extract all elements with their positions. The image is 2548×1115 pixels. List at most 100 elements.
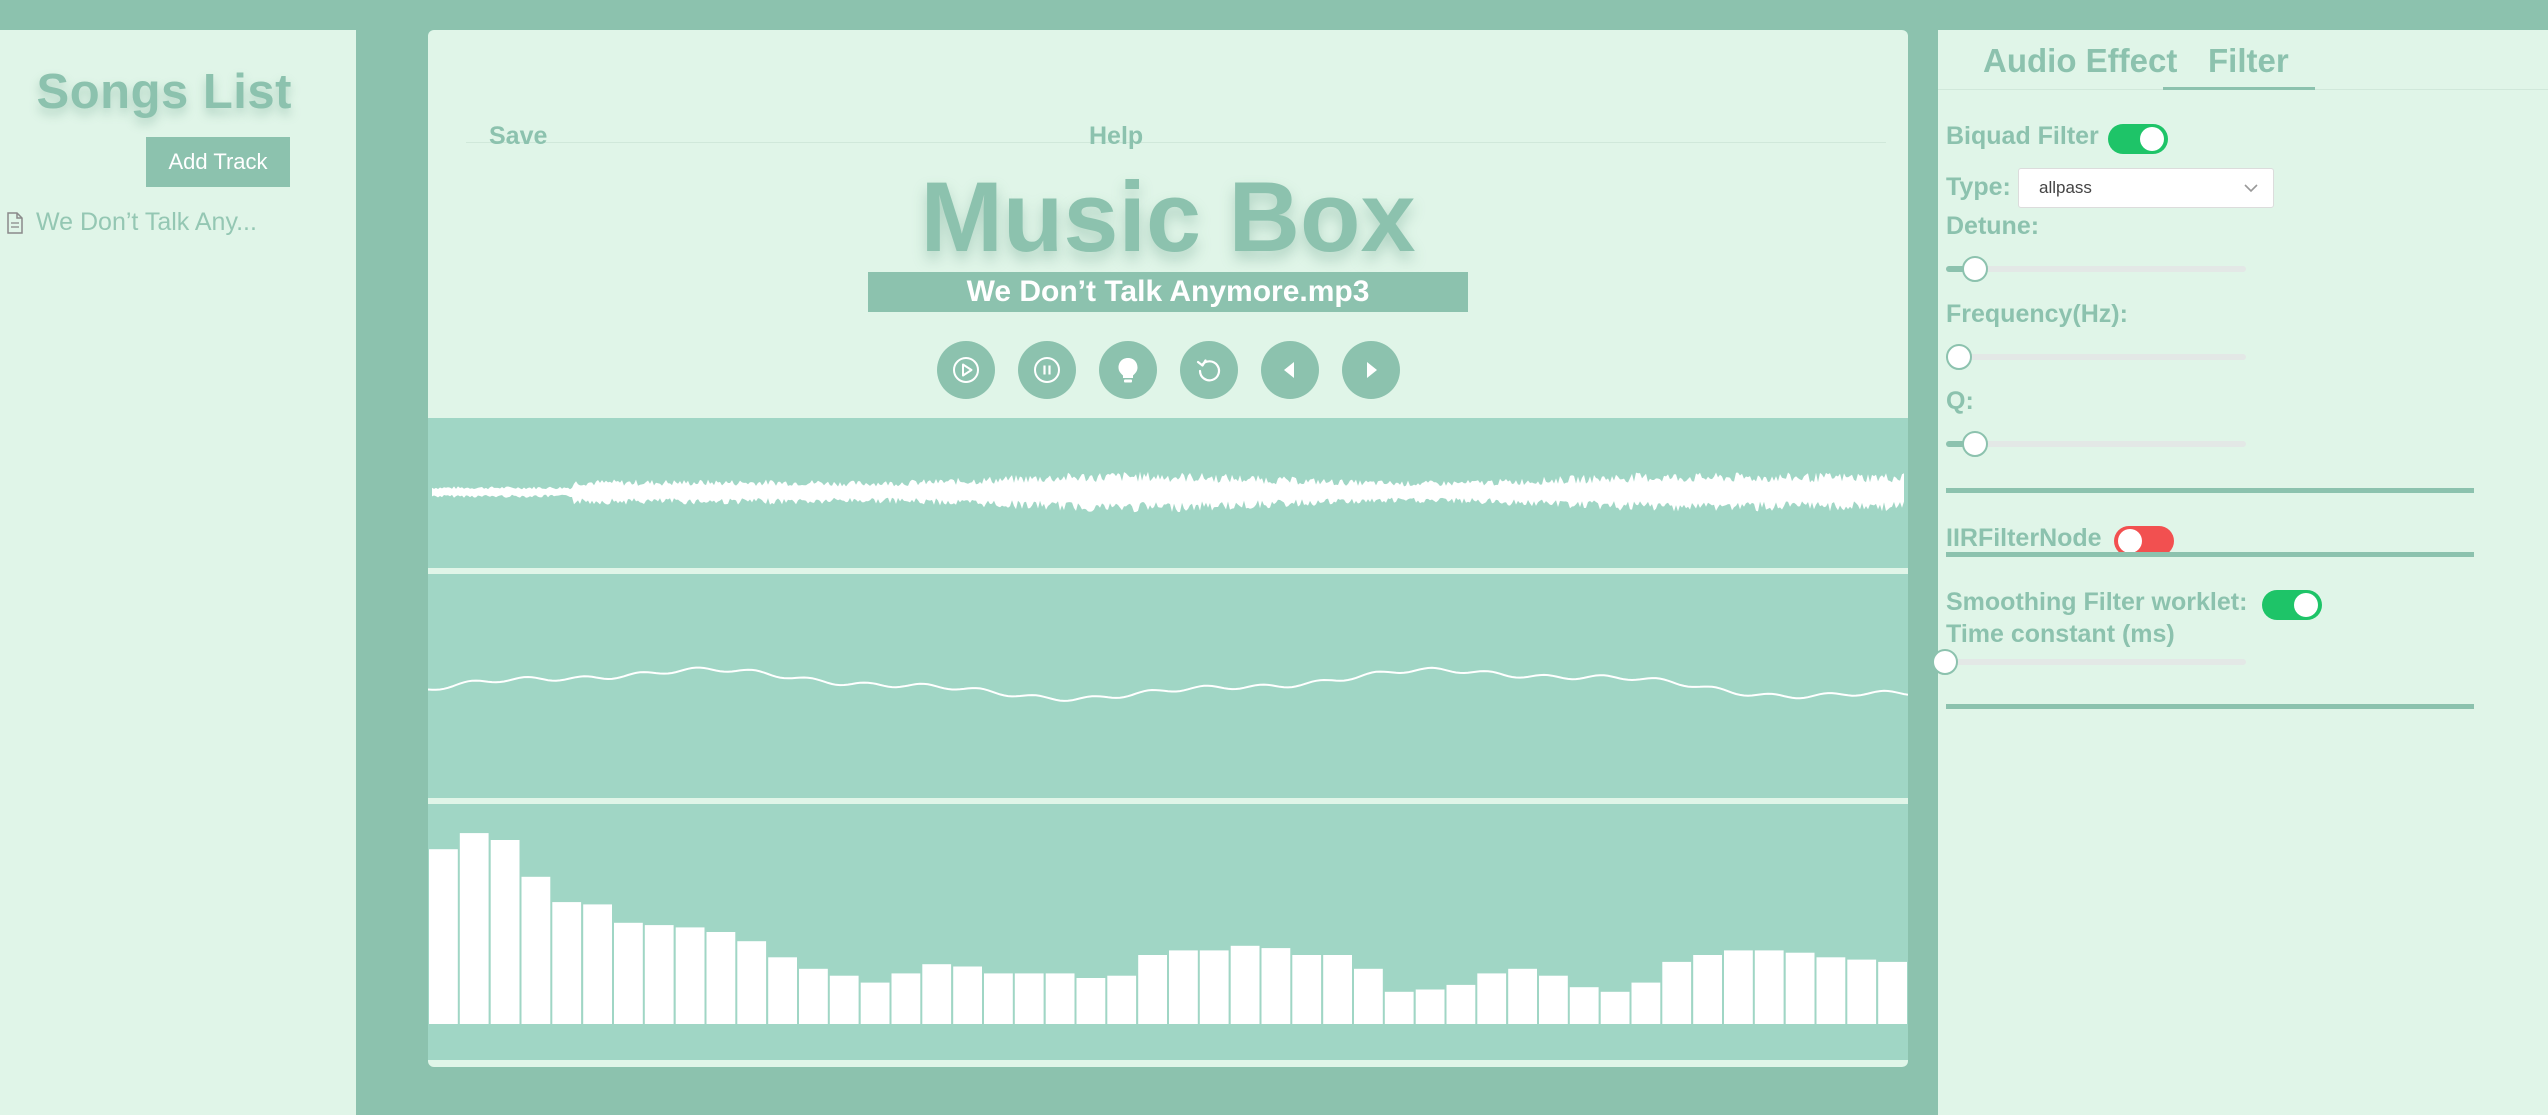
- frequency-slider[interactable]: [1946, 344, 2246, 370]
- biquad-filter-toggle[interactable]: [2108, 124, 2168, 154]
- tab-filter[interactable]: Filter: [2208, 42, 2289, 80]
- detune-slider[interactable]: [1946, 256, 2246, 282]
- waveform-shape: [432, 471, 1904, 513]
- app-title: Music Box: [920, 161, 1416, 272]
- frequency-bar: [1662, 961, 1692, 1024]
- smoothing-filter-label: Smoothing Filter worklet:: [1946, 588, 2248, 616]
- waveform-canvas: [432, 471, 1904, 513]
- frequency-bar: [644, 925, 674, 1024]
- frequency-bar: [1354, 968, 1383, 1024]
- frequency-bar: [675, 927, 705, 1024]
- oscilloscope-canvas: [428, 666, 1908, 702]
- frequency-bar: [953, 966, 982, 1024]
- help-menu-item[interactable]: Help: [1089, 122, 1143, 151]
- filter-type-select[interactable]: allpass: [2018, 168, 2274, 208]
- time-constant-slider[interactable]: [1932, 649, 2246, 675]
- frequency-visualizer: [428, 804, 1908, 1060]
- q-label: Q:: [1946, 387, 1974, 415]
- frequency-bar: [614, 922, 643, 1024]
- time-constant-label: Time constant (ms): [1946, 620, 2175, 648]
- frequency-bar: [583, 904, 612, 1024]
- frequency-bar: [1014, 973, 1044, 1024]
- effects-tabs: Audio Effect Filter: [1938, 30, 2548, 90]
- frequency-bar: [891, 973, 921, 1024]
- caret-right-icon: [1366, 362, 1377, 378]
- frequency-bar: [799, 968, 828, 1024]
- pause-circle-icon: [1033, 357, 1060, 383]
- songs-sidebar: Songs List Add Track We Don’t Talk Any..…: [0, 30, 356, 1115]
- frequency-bar: [984, 973, 1013, 1024]
- frequency-bar: [1631, 982, 1661, 1024]
- tab-audio-effect[interactable]: Audio Effect: [1983, 42, 2177, 80]
- add-track-button[interactable]: Add Track: [146, 137, 290, 187]
- menu-bar: [466, 86, 1886, 143]
- slider-track: [1946, 659, 2246, 665]
- track-list-item[interactable]: We Don’t Talk Any...: [6, 208, 257, 237]
- frequency-bar: [552, 902, 582, 1024]
- section-divider: [1946, 488, 2474, 493]
- frequency-bar: [706, 932, 736, 1024]
- iir-filter-label: IIRFilterNode: [1946, 524, 2102, 552]
- frequency-label: Frequency(Hz):: [1946, 300, 2128, 328]
- frequency-bar: [860, 982, 890, 1024]
- slider-track: [1946, 354, 2246, 360]
- play-circle-icon: [952, 357, 979, 383]
- frequency-bar: [768, 957, 797, 1024]
- frequency-bar: [459, 833, 489, 1024]
- frequency-bar: [1107, 975, 1137, 1024]
- frequency-bar: [1415, 989, 1445, 1024]
- frequency-bar: [1323, 955, 1352, 1024]
- frequency-bar: [1754, 950, 1784, 1024]
- track-item-label: We Don’t Talk Any...: [36, 208, 257, 236]
- previous-button[interactable]: [1260, 341, 1319, 399]
- frequency-bar: [829, 975, 859, 1024]
- smoothing-filter-toggle[interactable]: [2262, 590, 2322, 620]
- filter-type-value: allpass: [2039, 178, 2092, 197]
- frequency-bar: [1600, 991, 1630, 1024]
- toggle-knob: [2294, 593, 2318, 617]
- frequency-bar: [1230, 945, 1260, 1024]
- player-panel: Save Help Music Box We Don’t Talk Anymor…: [428, 30, 1908, 1067]
- slider-thumb[interactable]: [1962, 431, 1988, 457]
- frequency-bar: [521, 876, 551, 1024]
- frequency-bar: [1693, 955, 1722, 1024]
- frequency-bar: [1477, 973, 1507, 1024]
- bulb-icon: [1118, 358, 1137, 383]
- frequency-bar: [1847, 959, 1877, 1024]
- q-slider[interactable]: [1946, 431, 2246, 457]
- frequency-bar: [1724, 950, 1753, 1024]
- file-icon: [7, 211, 23, 234]
- play-button[interactable]: [936, 341, 995, 399]
- chevron-down-icon: [2244, 184, 2258, 193]
- frequency-bar: [1816, 957, 1846, 1024]
- slider-thumb[interactable]: [1932, 649, 1958, 675]
- frequency-bar: [1076, 978, 1106, 1024]
- frequency-bars: [429, 833, 1907, 1024]
- frequency-bar: [1569, 987, 1599, 1024]
- frequency-bar: [1199, 950, 1229, 1024]
- playback-controls: [428, 341, 1908, 399]
- pause-button[interactable]: [1017, 341, 1076, 399]
- save-menu-item[interactable]: Save: [489, 122, 547, 151]
- frequency-bar: [1878, 961, 1907, 1024]
- frequency-bar: [429, 849, 458, 1024]
- frequency-bar: [1169, 950, 1198, 1024]
- frequency-bar: [1446, 984, 1476, 1024]
- songs-list-title: Songs List: [36, 65, 292, 119]
- waveform-visualizer[interactable]: [428, 418, 1908, 568]
- now-playing-title: We Don’t Talk Anymore.mp3: [868, 272, 1468, 312]
- slider-thumb[interactable]: [1946, 344, 1972, 370]
- next-button[interactable]: [1341, 341, 1400, 399]
- frequency-bar: [737, 941, 767, 1024]
- replay-button[interactable]: [1179, 341, 1238, 399]
- bulb-button[interactable]: [1098, 341, 1157, 399]
- slider-thumb[interactable]: [1962, 256, 1988, 282]
- frequency-bar: [1785, 952, 1815, 1024]
- oscilloscope-line: [428, 666, 1908, 702]
- section-divider: [1946, 552, 2474, 557]
- frequency-bar: [1292, 955, 1322, 1024]
- toggle-knob: [2140, 127, 2164, 151]
- frequency-bar: [1508, 968, 1537, 1024]
- frequency-bar: [490, 840, 520, 1024]
- toggle-knob: [2118, 529, 2142, 553]
